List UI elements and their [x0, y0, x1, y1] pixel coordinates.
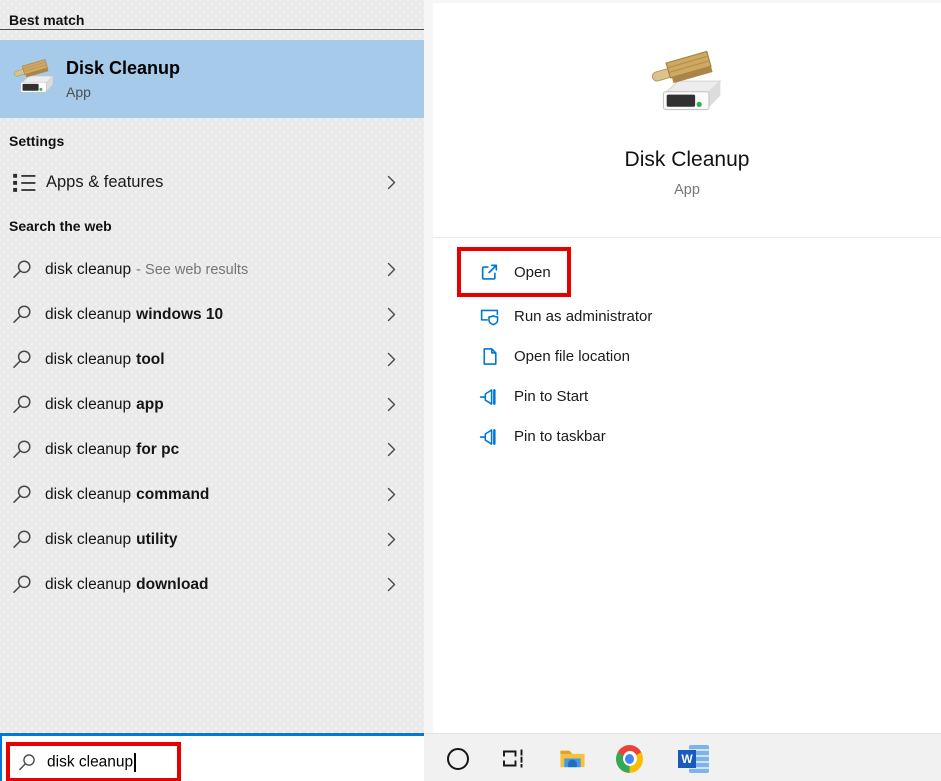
action-open-file-location[interactable]: Open file location: [433, 336, 941, 376]
action-label: Pin to taskbar: [514, 428, 606, 445]
app-subtitle: App: [433, 182, 941, 198]
chrome-icon: [616, 745, 643, 773]
action-pin-to-start[interactable]: Pin to Start: [433, 376, 941, 416]
best-match-title: Disk Cleanup: [66, 58, 180, 79]
text-caret: [134, 753, 136, 772]
pin-icon: [479, 386, 500, 407]
search-icon: [12, 574, 33, 595]
suggestion-query: disk cleanup: [45, 441, 131, 459]
launch-icon: [479, 262, 500, 283]
search-icon: [12, 259, 33, 280]
web-suggestion-row[interactable]: disk cleanup - See web results: [0, 247, 424, 292]
taskbar: W: [424, 733, 941, 781]
file-location-icon: [479, 346, 500, 367]
suggestion-query: disk cleanup: [45, 306, 131, 324]
search-icon: [12, 304, 33, 325]
word-button[interactable]: W: [678, 745, 705, 772]
search-icon: [18, 753, 37, 772]
suggestion-query: disk cleanup: [45, 576, 131, 594]
suggestion-query: disk cleanup: [45, 396, 131, 414]
web-suggestion-row[interactable]: disk cleanup command: [0, 472, 424, 517]
action-label: Pin to Start: [514, 388, 588, 405]
chevron-right-icon[interactable]: [387, 442, 396, 457]
file-explorer-icon: [559, 746, 586, 771]
search-icon: [12, 484, 33, 505]
app-title: Disk Cleanup: [433, 148, 941, 172]
task-view-button[interactable]: [500, 745, 527, 772]
chevron-right-icon[interactable]: [387, 397, 396, 412]
taskbar-search-box[interactable]: disk cleanup: [0, 733, 424, 781]
web-suggestion-row[interactable]: disk cleanup app: [0, 382, 424, 427]
settings-item-label: Apps & features: [46, 173, 387, 192]
chevron-right-icon[interactable]: [387, 175, 396, 190]
search-input[interactable]: disk cleanup: [10, 746, 177, 778]
chevron-right-icon[interactable]: [387, 577, 396, 592]
chevron-right-icon[interactable]: [387, 262, 396, 277]
settings-item-apps-features[interactable]: Apps & features: [0, 158, 424, 206]
suggestion-note: - See web results: [136, 262, 248, 278]
windows-search-flyout: Best match Disk Cleanup App Settings App…: [0, 0, 941, 781]
disk-cleanup-icon: [12, 57, 56, 101]
search-icon: [12, 439, 33, 460]
search-icon: [12, 349, 33, 370]
best-match-divider: [0, 29, 424, 30]
suggestion-completion: for pc: [136, 441, 179, 459]
web-suggestion-row[interactable]: disk cleanup download: [0, 562, 424, 607]
chevron-right-icon[interactable]: [387, 352, 396, 367]
chevron-right-icon[interactable]: [387, 487, 396, 502]
task-view-icon: [501, 747, 527, 770]
file-explorer-button[interactable]: [559, 745, 586, 772]
action-open[interactable]: Open: [433, 252, 941, 292]
best-match-subtitle: App: [66, 84, 180, 100]
action-run-as-administrator[interactable]: Run as administrator: [433, 296, 941, 336]
result-detail-panel: Disk Cleanup App Open Run as administrat…: [424, 0, 941, 733]
disk-cleanup-icon-large: [648, 47, 726, 125]
admin-shield-icon: [479, 306, 500, 327]
suggestion-completion: utility: [136, 531, 177, 549]
annotation-box-search: disk cleanup: [6, 742, 181, 781]
search-value-text: disk cleanup: [47, 753, 133, 770]
suggestion-completion: windows 10: [136, 306, 223, 324]
search-web-header: Search the web: [9, 218, 112, 234]
best-match-result-disk-cleanup[interactable]: Disk Cleanup App: [0, 40, 424, 118]
suggestion-completion: tool: [136, 351, 164, 369]
chevron-right-icon[interactable]: [387, 307, 396, 322]
suggestion-query: disk cleanup: [45, 486, 131, 504]
search-icon: [12, 394, 33, 415]
chrome-button[interactable]: [616, 745, 643, 772]
web-suggestion-row[interactable]: disk cleanup windows 10: [0, 292, 424, 337]
best-match-header: Best match: [9, 12, 84, 28]
web-suggestion-row[interactable]: disk cleanup for pc: [0, 427, 424, 472]
pin-icon: [479, 426, 500, 447]
word-letter-tile: W: [678, 750, 696, 768]
action-label: Open: [514, 264, 551, 281]
web-suggestion-row[interactable]: disk cleanup tool: [0, 337, 424, 382]
action-label: Run as administrator: [514, 308, 652, 325]
search-results-panel: Best match Disk Cleanup App Settings App…: [0, 0, 424, 733]
web-suggestion-row[interactable]: disk cleanup utility: [0, 517, 424, 562]
action-pin-to-taskbar[interactable]: Pin to taskbar: [433, 416, 941, 456]
list-icon: [11, 169, 37, 195]
word-icon: W: [678, 745, 705, 773]
cortana-button[interactable]: [444, 745, 471, 772]
suggestion-query: disk cleanup: [45, 531, 131, 549]
suggestion-completion: download: [136, 576, 208, 594]
chevron-right-icon[interactable]: [387, 532, 396, 547]
suggestion-completion: command: [136, 486, 209, 504]
search-icon: [12, 529, 33, 550]
suggestion-query: disk cleanup: [45, 351, 131, 369]
action-label: Open file location: [514, 348, 630, 365]
panel-divider: [433, 237, 941, 238]
suggestion-query: disk cleanup: [45, 261, 131, 279]
cortana-icon: [447, 748, 469, 770]
suggestion-completion: app: [136, 396, 164, 414]
settings-header: Settings: [9, 133, 64, 149]
